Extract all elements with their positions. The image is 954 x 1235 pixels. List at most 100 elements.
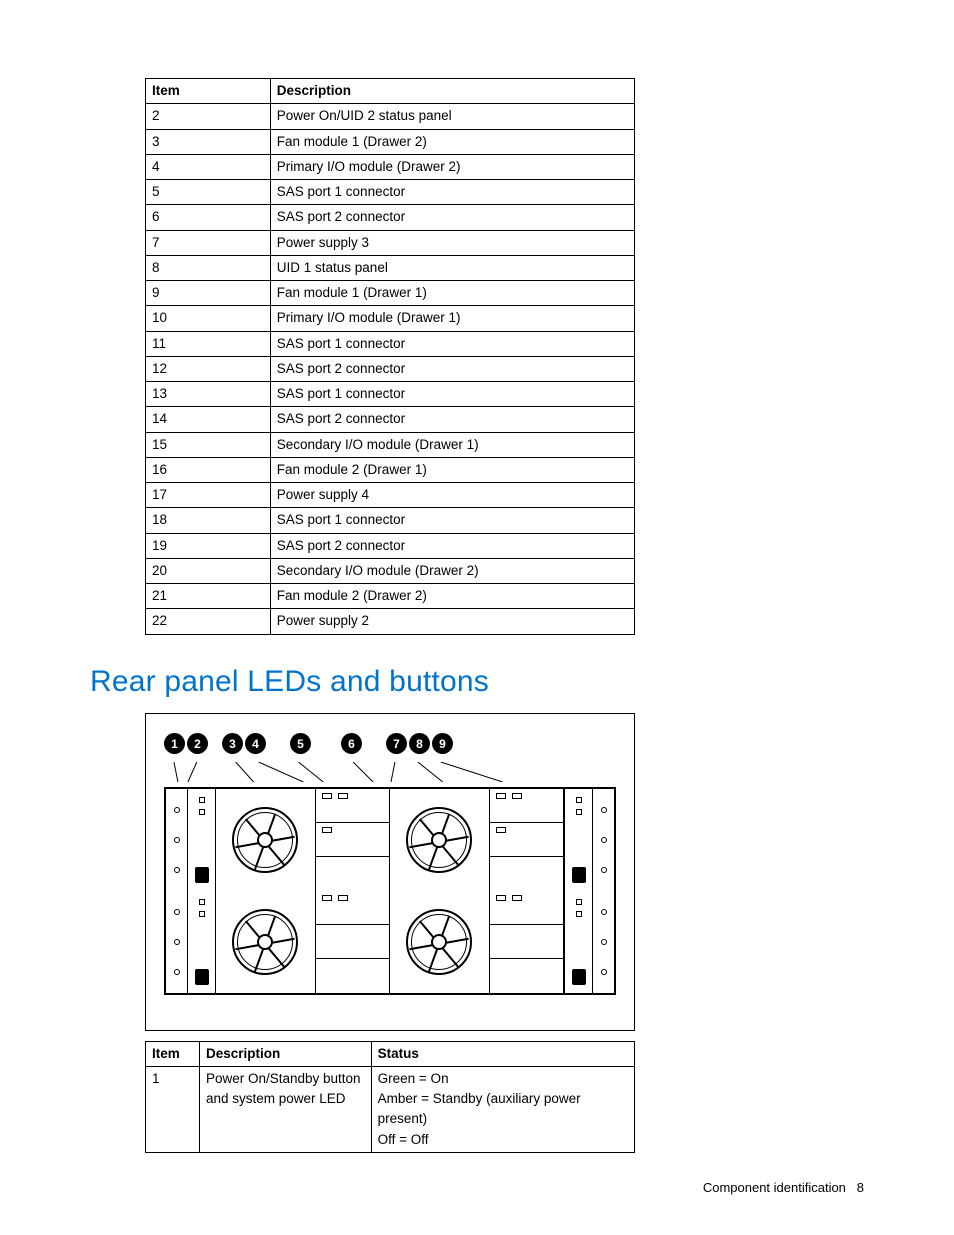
callout-number: 9: [432, 733, 453, 754]
table-row: 15Secondary I/O module (Drawer 1): [146, 432, 635, 457]
table-row: 10Primary I/O module (Drawer 1): [146, 306, 635, 331]
chassis-drawing: [164, 787, 616, 995]
cell-item: 4: [146, 154, 271, 179]
cell-item: 7: [146, 230, 271, 255]
cell-item: 22: [146, 609, 271, 634]
cell-description: SAS port 2 connector: [270, 533, 634, 558]
table-row: 7Power supply 3: [146, 230, 635, 255]
cell-description: SAS port 2 connector: [270, 205, 634, 230]
rail-left: [166, 789, 188, 891]
cell-item: 15: [146, 432, 271, 457]
cell-description: Fan module 1 (Drawer 2): [270, 129, 634, 154]
table-row: 6SAS port 2 connector: [146, 205, 635, 230]
cell-item: 16: [146, 457, 271, 482]
cell-item: 5: [146, 180, 271, 205]
t1-header-description: Description: [270, 79, 634, 104]
cell-description: Power supply 2: [270, 609, 634, 634]
cell-item: 14: [146, 407, 271, 432]
callout-number: 4: [245, 733, 266, 754]
callout-number: 8: [409, 733, 430, 754]
table-row: 12SAS port 2 connector: [146, 356, 635, 381]
table-row: 22Power supply 2: [146, 609, 635, 634]
cell-description: Fan module 1 (Drawer 1): [270, 281, 634, 306]
section-heading: Rear panel LEDs and buttons: [90, 665, 864, 699]
callout-number: 1: [164, 733, 185, 754]
io-module-icon: [490, 891, 563, 993]
cell-description: SAS port 1 connector: [270, 508, 634, 533]
t2-header-description: Description: [199, 1041, 371, 1066]
io-module-icon: [316, 789, 389, 891]
cell-item: 17: [146, 483, 271, 508]
cell-description: Secondary I/O module (Drawer 1): [270, 432, 634, 457]
table-row: 2Power On/UID 2 status panel: [146, 104, 635, 129]
cell-item: 20: [146, 558, 271, 583]
psu-icon: [188, 891, 216, 993]
callout-number: 7: [386, 733, 407, 754]
rail-right: [592, 789, 614, 891]
cell-description: Secondary I/O module (Drawer 2): [270, 558, 634, 583]
fan-icon: [390, 891, 490, 993]
cell-item: 18: [146, 508, 271, 533]
footer-page-number: 8: [857, 1180, 864, 1195]
table-row: 21Fan module 2 (Drawer 2): [146, 584, 635, 609]
fan-icon: [216, 891, 316, 993]
cell-description: Fan module 2 (Drawer 2): [270, 584, 634, 609]
cell-description: Primary I/O module (Drawer 1): [270, 306, 634, 331]
cell-item: 6: [146, 205, 271, 230]
t2-header-item: Item: [146, 1041, 200, 1066]
led-table: Item Description Status 1Power On/Standb…: [145, 1041, 864, 1153]
cell-description: Power supply 3: [270, 230, 634, 255]
cell-description: SAS port 2 connector: [270, 356, 634, 381]
component-table-1: Item Description 2Power On/UID 2 status …: [145, 78, 864, 635]
cell-description: Fan module 2 (Drawer 1): [270, 457, 634, 482]
table-row: 14SAS port 2 connector: [146, 407, 635, 432]
cell-description: Power On/UID 2 status panel: [270, 104, 634, 129]
t1-header-item: Item: [146, 79, 271, 104]
table-row: 3Fan module 1 (Drawer 2): [146, 129, 635, 154]
table-row: 16Fan module 2 (Drawer 1): [146, 457, 635, 482]
cell-item: 1: [146, 1066, 200, 1152]
cell-description: SAS port 1 connector: [270, 382, 634, 407]
cell-item: 2: [146, 104, 271, 129]
table-row: 4Primary I/O module (Drawer 2): [146, 154, 635, 179]
callout-number: 3: [222, 733, 243, 754]
cell-description: SAS port 1 connector: [270, 331, 634, 356]
cell-item: 12: [146, 356, 271, 381]
table-row: 17Power supply 4: [146, 483, 635, 508]
callout-number: 5: [290, 733, 311, 754]
rear-panel-diagram: 1234 5 6 789: [145, 713, 635, 1031]
callout-number: 2: [187, 733, 208, 754]
callout-number: 6: [341, 733, 362, 754]
rail-left: [166, 891, 188, 993]
rail-right: [592, 891, 614, 993]
cell-item: 19: [146, 533, 271, 558]
table-row: 8UID 1 status panel: [146, 255, 635, 280]
cell-item: 8: [146, 255, 271, 280]
psu-icon: [188, 789, 216, 891]
fan-icon: [216, 789, 316, 891]
table-row: 13SAS port 1 connector: [146, 382, 635, 407]
cell-item: 3: [146, 129, 271, 154]
cell-status: Green = On Amber = Standby (auxiliary po…: [371, 1066, 634, 1152]
cell-description: Primary I/O module (Drawer 2): [270, 154, 634, 179]
table-row: 5SAS port 1 connector: [146, 180, 635, 205]
cell-description: Power On/Standby button and system power…: [199, 1066, 371, 1152]
cell-description: UID 1 status panel: [270, 255, 634, 280]
table-row: 20Secondary I/O module (Drawer 2): [146, 558, 635, 583]
cell-item: 11: [146, 331, 271, 356]
fan-icon: [390, 789, 490, 891]
psu-icon: [564, 891, 592, 993]
io-module-icon: [490, 789, 563, 891]
cell-item: 10: [146, 306, 271, 331]
footer-section: Component identification: [703, 1180, 846, 1195]
table-row: 9Fan module 1 (Drawer 1): [146, 281, 635, 306]
cell-description: Power supply 4: [270, 483, 634, 508]
io-module-icon: [316, 891, 389, 993]
t2-header-status: Status: [371, 1041, 634, 1066]
table-row: 1Power On/Standby button and system powe…: [146, 1066, 635, 1152]
table-row: 18SAS port 1 connector: [146, 508, 635, 533]
psu-icon: [564, 789, 592, 891]
cell-item: 13: [146, 382, 271, 407]
cell-item: 9: [146, 281, 271, 306]
page-footer: Component identification 8: [703, 1180, 864, 1195]
